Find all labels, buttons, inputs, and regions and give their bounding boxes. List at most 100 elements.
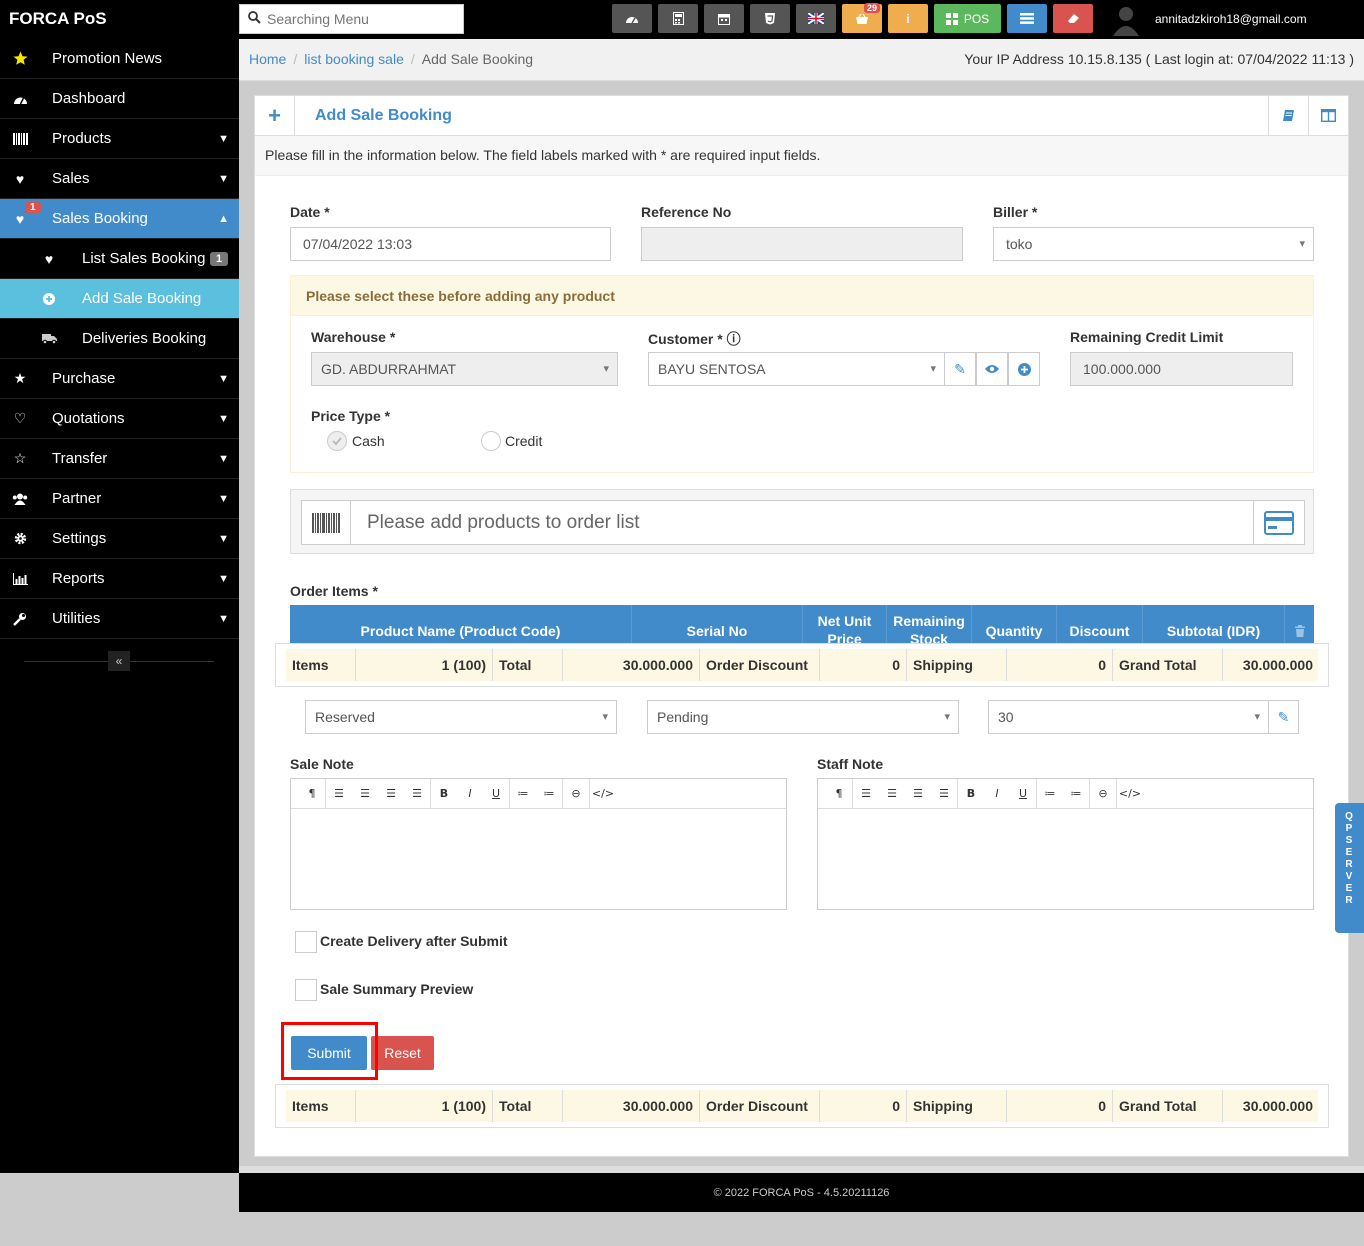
italic-icon[interactable]: I [457, 787, 483, 800]
breadcrumb-home[interactable]: Home [249, 51, 286, 67]
sidebar-item-products[interactable]: Products ▼ [0, 119, 239, 159]
sidebar-item-transfer[interactable]: ☆ Transfer ▼ [0, 439, 239, 479]
paragraph-icon[interactable]: ¶ [826, 787, 852, 800]
align-left-icon[interactable]: ☰ [853, 787, 879, 800]
sale-status-select[interactable]: Reserved [305, 700, 617, 734]
align-center-icon[interactable]: ☰ [352, 787, 378, 800]
underline-icon[interactable]: U [483, 787, 509, 800]
bullet-list-icon[interactable]: ≔ [510, 787, 536, 800]
date-input[interactable]: 07/04/2022 13:03 [290, 227, 611, 261]
edit-customer-button[interactable]: ✎ [944, 352, 976, 386]
bullet-list-icon[interactable]: ≔ [1037, 787, 1063, 800]
sidebar-item-quotations[interactable]: ♡ Quotations ▼ [0, 399, 239, 439]
user-menu[interactable]: annitadzkiroh18@gmail.com [1109, 2, 1307, 36]
add-product-input[interactable]: Please add products to order list [350, 500, 1254, 545]
bold-icon[interactable]: B [431, 787, 457, 800]
warehouse-select[interactable]: GD. ABDURRAHMAT [311, 352, 618, 386]
info-icon[interactable]: i [888, 4, 928, 33]
shopping-basket-icon[interactable]: 29 [842, 3, 882, 33]
pre-selection-box: Please select these before adding any pr… [290, 275, 1314, 473]
add-customer-button[interactable] [1008, 352, 1040, 386]
heart-icon: ♥ [44, 250, 54, 267]
underline-icon[interactable]: U [1010, 787, 1036, 800]
heart-outline-icon: ♡ [13, 410, 27, 426]
add-product-box: Please add products to order list [290, 489, 1314, 554]
plus-circle-icon [40, 292, 58, 305]
search-box[interactable] [239, 4, 464, 34]
gear-icon [11, 532, 29, 545]
biller-select[interactable]: toko [993, 227, 1314, 261]
star-icon [11, 51, 29, 66]
sidebar-collapse-button[interactable]: « [108, 651, 130, 671]
breadcrumb: Home / list booking sale / Add Sale Booking [249, 51, 534, 67]
sidebar-item-reports[interactable]: Reports ▼ [0, 559, 239, 599]
code-view-icon[interactable]: </> [1117, 787, 1143, 800]
sidebar-item-sales-booking[interactable]: ♥ 1 Sales Booking ▲ [0, 199, 239, 239]
sidebar-item-add-sale-booking[interactable]: Add Sale Booking [0, 279, 239, 319]
dashboard-icon[interactable] [612, 4, 652, 33]
sidebar-item-list-sales-booking[interactable]: ♥ List Sales Booking 1 [0, 239, 239, 279]
payment-term-select[interactable]: 30 [988, 700, 1269, 734]
align-right-icon[interactable]: ☰ [905, 787, 931, 800]
sidebar-item-purchase[interactable]: ★ Purchase ▼ [0, 359, 239, 399]
customer-select[interactable]: BAYU SENTOSA [648, 352, 945, 386]
link-icon[interactable]: ⊖ [563, 787, 589, 800]
sale-note-editor[interactable]: ¶ ☰ ☰ ☰ ☰ BIU ≔ ≔ ⊖ </> [290, 778, 787, 910]
pos-button[interactable]: POS [934, 4, 1001, 33]
sidebar-item-utilities[interactable]: Utilities ▼ [0, 599, 239, 639]
align-left-icon[interactable]: ☰ [326, 787, 352, 800]
summary-preview-checkbox[interactable] [295, 979, 317, 1001]
align-justify-icon[interactable]: ☰ [404, 787, 430, 800]
form-instructions: Please fill in the information below. Th… [255, 136, 1348, 176]
link-icon[interactable]: ⊖ [1090, 787, 1116, 800]
view-customer-button[interactable] [976, 352, 1008, 386]
columns-icon[interactable] [1308, 96, 1348, 135]
pencil-icon: ✎ [1277, 708, 1290, 725]
sidebar-item-promotion-news[interactable]: Promotion News [0, 39, 239, 79]
calculator-icon[interactable] [658, 4, 698, 33]
edit-term-button[interactable]: ✎ [1268, 700, 1299, 734]
code-view-icon[interactable]: </> [590, 787, 616, 800]
bold-icon[interactable]: B [958, 787, 984, 800]
paragraph-icon[interactable]: ¶ [299, 787, 325, 800]
payment-status-select[interactable]: Pending [647, 700, 959, 734]
submit-highlight-box [281, 1022, 378, 1080]
staff-note-editor[interactable]: ¶ ☰ ☰ ☰ ☰ BIU ≔ ≔ ⊖ </> [817, 778, 1314, 910]
align-right-icon[interactable]: ☰ [378, 787, 404, 800]
chevron-down-icon: ▼ [218, 132, 229, 145]
price-type-cash-radio[interactable] [327, 431, 347, 451]
align-justify-icon[interactable]: ☰ [931, 787, 957, 800]
language-flag-icon[interactable] [796, 4, 836, 33]
align-center-icon[interactable]: ☰ [879, 787, 905, 800]
book-icon[interactable] [1268, 96, 1308, 135]
trash-icon[interactable] [1285, 605, 1314, 643]
col-serial-no: Serial No [632, 605, 803, 643]
sidebar-item-partner[interactable]: Partner ▼ [0, 479, 239, 519]
content-bottom-band [239, 1166, 1364, 1173]
sidebar-item-deliveries-booking[interactable]: Deliveries Booking [0, 319, 239, 359]
eraser-icon[interactable] [1053, 4, 1093, 33]
barcode-icon [301, 500, 351, 545]
create-delivery-checkbox[interactable] [295, 931, 317, 953]
dashboard-icon [11, 93, 29, 105]
reset-button[interactable]: Reset [371, 1036, 434, 1070]
biller-label: Biller * [993, 204, 1038, 220]
top-bar: FORCA PoS 29 i POS annitadzkiroh18@gmail… [0, 0, 1364, 39]
reference-no-input[interactable] [641, 227, 963, 261]
search-input[interactable] [267, 11, 457, 27]
list-icon[interactable] [1007, 4, 1047, 33]
credit-card-icon[interactable] [1253, 500, 1305, 545]
italic-icon[interactable]: I [984, 787, 1010, 800]
calendar-icon[interactable] [704, 4, 744, 33]
sidebar-item-dashboard[interactable]: Dashboard [0, 79, 239, 119]
brand-logo[interactable]: FORCA PoS [9, 9, 107, 29]
price-type-credit-radio[interactable] [481, 431, 501, 451]
breadcrumb-list-booking-sale[interactable]: list booking sale [304, 51, 404, 67]
numbered-list-icon[interactable]: ≔ [536, 787, 562, 800]
sidebar-item-sales[interactable]: ♥ Sales ▼ [0, 159, 239, 199]
qp-server-tab[interactable]: QP SERVER [1335, 803, 1364, 933]
pencil-icon: ✎ [954, 360, 966, 377]
numbered-list-icon[interactable]: ≔ [1063, 787, 1089, 800]
css-style-icon[interactable] [750, 4, 790, 33]
sidebar-item-settings[interactable]: Settings ▼ [0, 519, 239, 559]
